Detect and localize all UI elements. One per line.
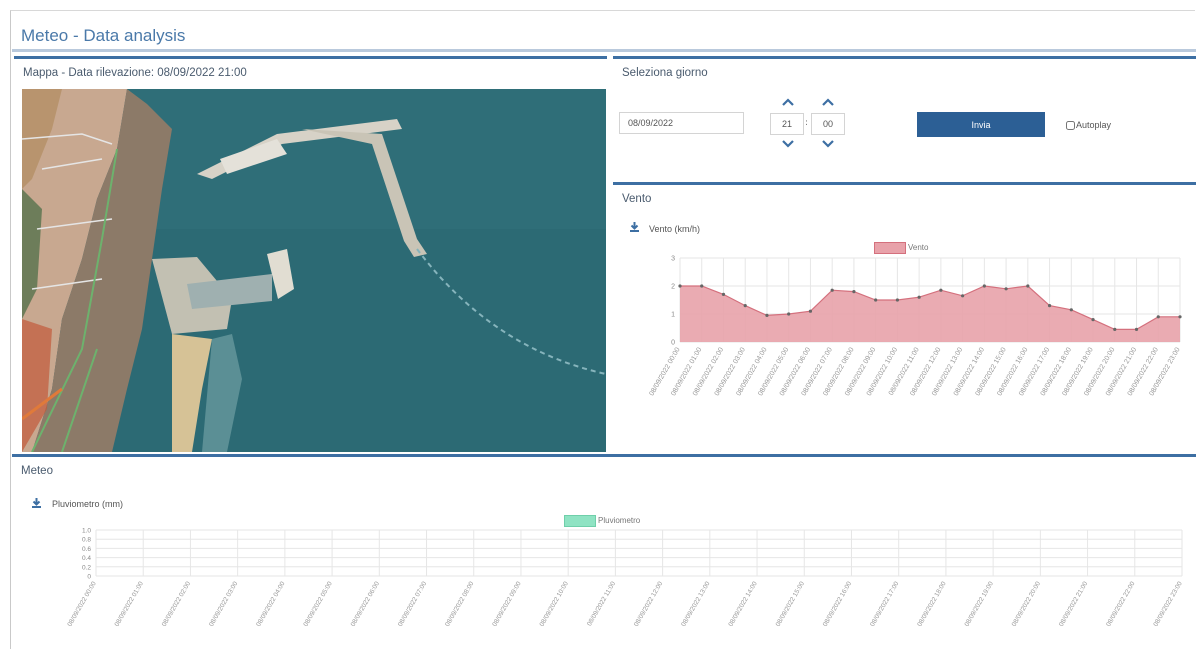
x-tick-label: 08/09/2022 14:00 bbox=[727, 580, 759, 628]
y-tick-label: 0.8 bbox=[82, 537, 91, 544]
x-tick-label: 08/09/2022 23:00 bbox=[1152, 580, 1184, 628]
data-point bbox=[830, 288, 834, 292]
data-point bbox=[1134, 327, 1139, 331]
x-tick-label: 08/09/2022 21:00 bbox=[1058, 580, 1090, 628]
y-tick-label: 0 bbox=[671, 340, 675, 347]
x-tick-label: 08/09/2022 05:00 bbox=[302, 580, 334, 628]
day-panel-header-bar bbox=[613, 56, 1196, 59]
time-separator: : bbox=[805, 118, 809, 128]
data-point bbox=[939, 288, 943, 292]
map-image bbox=[22, 89, 606, 452]
data-point bbox=[787, 312, 791, 316]
x-tick-label: 08/09/2022 10:00 bbox=[539, 580, 571, 628]
map-panel-title: Mappa - Data rilevazione: 08/09/2022 21:… bbox=[23, 67, 247, 79]
y-tick-label: 1 bbox=[671, 312, 675, 319]
satellite-map[interactable] bbox=[22, 89, 606, 452]
download-icon bbox=[630, 222, 639, 232]
meteo-panel-header-bar bbox=[12, 454, 1196, 457]
wind-chart-label: Vento (km/h) bbox=[649, 224, 701, 234]
y-tick-label: 0.2 bbox=[82, 564, 91, 571]
y-tick-label: 1.0 bbox=[82, 528, 91, 535]
meteo-panel-title: Meteo bbox=[21, 465, 53, 477]
submit-button[interactable]: Invia bbox=[917, 112, 1045, 137]
data-point bbox=[1047, 304, 1052, 308]
x-tick-label: 08/09/2022 22:00 bbox=[1105, 580, 1137, 628]
wind-panel-title: Vento bbox=[622, 193, 652, 205]
x-tick-label: 08/09/2022 16:00 bbox=[822, 580, 854, 628]
x-tick-label: 08/09/2022 20:00 bbox=[1011, 580, 1043, 628]
chevron-down-icon bbox=[822, 140, 834, 148]
x-tick-label: 08/09/2022 15:00 bbox=[775, 580, 807, 628]
y-tick-label: 2 bbox=[671, 284, 675, 291]
rain-chart: 0 0.2 0.4 0.6 0.8 1.0 08/09/2022 00:00 08/09/20… bbox=[66, 528, 1184, 628]
data-point bbox=[961, 294, 965, 298]
rain-chart-label: Pluviometro (mm) bbox=[52, 499, 124, 509]
x-tick-label: 08/09/2022 17:00 bbox=[869, 580, 901, 628]
y-tick-label: 0.4 bbox=[82, 555, 91, 562]
x-tick-label: 08/09/2022 11:00 bbox=[586, 580, 617, 627]
x-tick-label: 08/09/2022 02:00 bbox=[161, 580, 193, 628]
x-tick-label: 08/09/2022 12:00 bbox=[633, 580, 665, 628]
data-point bbox=[700, 284, 704, 288]
y-tick-label: 3 bbox=[671, 256, 675, 263]
data-point bbox=[852, 290, 856, 294]
title-divider bbox=[12, 49, 1196, 52]
data-point bbox=[765, 313, 769, 317]
data-point bbox=[895, 298, 899, 302]
minute-down-button[interactable] bbox=[819, 138, 837, 150]
data-point bbox=[743, 304, 747, 308]
y-tick-label: 0.6 bbox=[82, 546, 91, 553]
data-point bbox=[1091, 318, 1095, 322]
hour-input[interactable] bbox=[770, 113, 804, 135]
x-tick-label: 08/09/2022 13:00 bbox=[680, 580, 712, 628]
x-tick-label: 08/09/2022 01:00 bbox=[114, 580, 146, 628]
app-title: Meteo - Data analysis bbox=[21, 26, 186, 45]
y-tick-label: 0 bbox=[87, 574, 91, 581]
download-icon bbox=[32, 498, 41, 508]
chevron-down-icon bbox=[782, 140, 794, 148]
data-point bbox=[1069, 308, 1073, 312]
x-tick-label: 08/09/2022 06:00 bbox=[350, 580, 382, 628]
wind-panel-header-bar bbox=[613, 182, 1196, 185]
date-input[interactable] bbox=[619, 112, 744, 134]
autoplay-checkbox[interactable] bbox=[1066, 120, 1075, 130]
x-tick-label: 08/09/2022 18:00 bbox=[916, 580, 948, 628]
chevron-up-icon bbox=[782, 98, 794, 106]
data-point bbox=[874, 298, 878, 302]
map-panel-header-bar bbox=[14, 56, 607, 59]
download-wind-button[interactable] bbox=[629, 221, 640, 235]
x-tick-label: 08/09/2022 03:00 bbox=[208, 580, 240, 628]
data-point bbox=[982, 284, 986, 288]
minute-input[interactable] bbox=[811, 113, 845, 135]
x-tick-label: 08/09/2022 09:00 bbox=[491, 580, 523, 628]
download-rain-button[interactable] bbox=[31, 497, 42, 511]
data-point bbox=[1004, 287, 1008, 291]
data-point bbox=[1026, 284, 1030, 288]
x-tick-label: 08/09/2022 07:00 bbox=[397, 580, 429, 628]
wind-chart: 012308/09/2022 00:0008/09/2022 01:0008/0… bbox=[648, 256, 1182, 398]
day-panel-title: Seleziona giorno bbox=[622, 67, 708, 79]
data-point bbox=[1178, 315, 1182, 319]
x-tick-label: 08/09/2022 19:00 bbox=[963, 580, 995, 628]
minute-up-button[interactable] bbox=[819, 96, 837, 108]
data-point bbox=[721, 292, 726, 296]
x-tick-label: 08/09/2022 04:00 bbox=[255, 580, 287, 628]
chevron-up-icon bbox=[822, 98, 834, 106]
hour-up-button[interactable] bbox=[779, 96, 797, 108]
x-tick-label: 08/09/2022 08:00 bbox=[444, 580, 476, 628]
data-point bbox=[917, 295, 921, 299]
data-point bbox=[1156, 315, 1160, 319]
x-tick-label: 08/09/2022 00:00 bbox=[66, 580, 98, 628]
data-point bbox=[678, 284, 682, 288]
hour-down-button[interactable] bbox=[779, 138, 797, 150]
autoplay-toggle[interactable]: Autoplay bbox=[1066, 120, 1111, 130]
autoplay-label: Autoplay bbox=[1076, 120, 1112, 130]
data-point bbox=[1113, 327, 1117, 331]
data-point bbox=[808, 309, 813, 313]
